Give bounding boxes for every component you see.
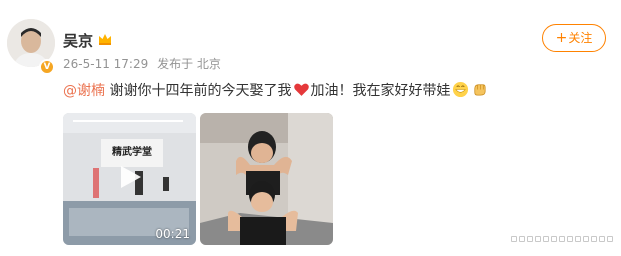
crown-icon [99,34,111,45]
watermark-box [543,236,549,242]
post-text: @谢楠 谢谢你十四年前的今天娶了我 加油！我在家好好带娃 [63,81,488,101]
watermark-box [575,236,581,242]
photo-thumbnail[interactable] [200,113,333,245]
username[interactable]: 吴京 [63,30,93,51]
watermark [511,236,613,242]
video-duration: 00:21 [155,227,190,241]
watermark-box [583,236,589,242]
verified-badge-icon: V [39,59,55,75]
mention-link[interactable]: @谢楠 [63,83,105,99]
watermark-box [551,236,557,242]
watermark-box [535,236,541,242]
heart-icon [294,83,310,96]
video-sign-text: 精武学堂 [112,145,152,158]
watermark-box [599,236,605,242]
post-meta: 26-5-11 17:29 发布于 北京 [63,55,226,72]
post-text-part-1: 谢谢你十四年前的今天娶了我 [105,83,292,99]
video-thumbnail[interactable]: 精武学堂 00:21 [63,113,196,245]
watermark-box [607,236,613,242]
follow-button[interactable]: +关注 [542,24,606,52]
fist-emoji-icon [474,84,486,96]
plus-icon: + [555,30,568,46]
post-source: 发布于 北京 [157,57,221,71]
photo-image [200,113,333,245]
post-time[interactable]: 26-5-11 17:29 [63,57,148,71]
watermark-box [591,236,597,242]
watermark-box [519,236,525,242]
grin-emoji-icon [453,81,469,98]
play-icon[interactable] [117,164,143,190]
follow-button-label: 关注 [568,31,593,45]
watermark-box [567,236,573,242]
watermark-box [511,236,517,242]
watermark-box [559,236,565,242]
watermark-box [527,236,533,242]
post-text-part-2: 加油！我在家好好带娃 [310,83,451,99]
